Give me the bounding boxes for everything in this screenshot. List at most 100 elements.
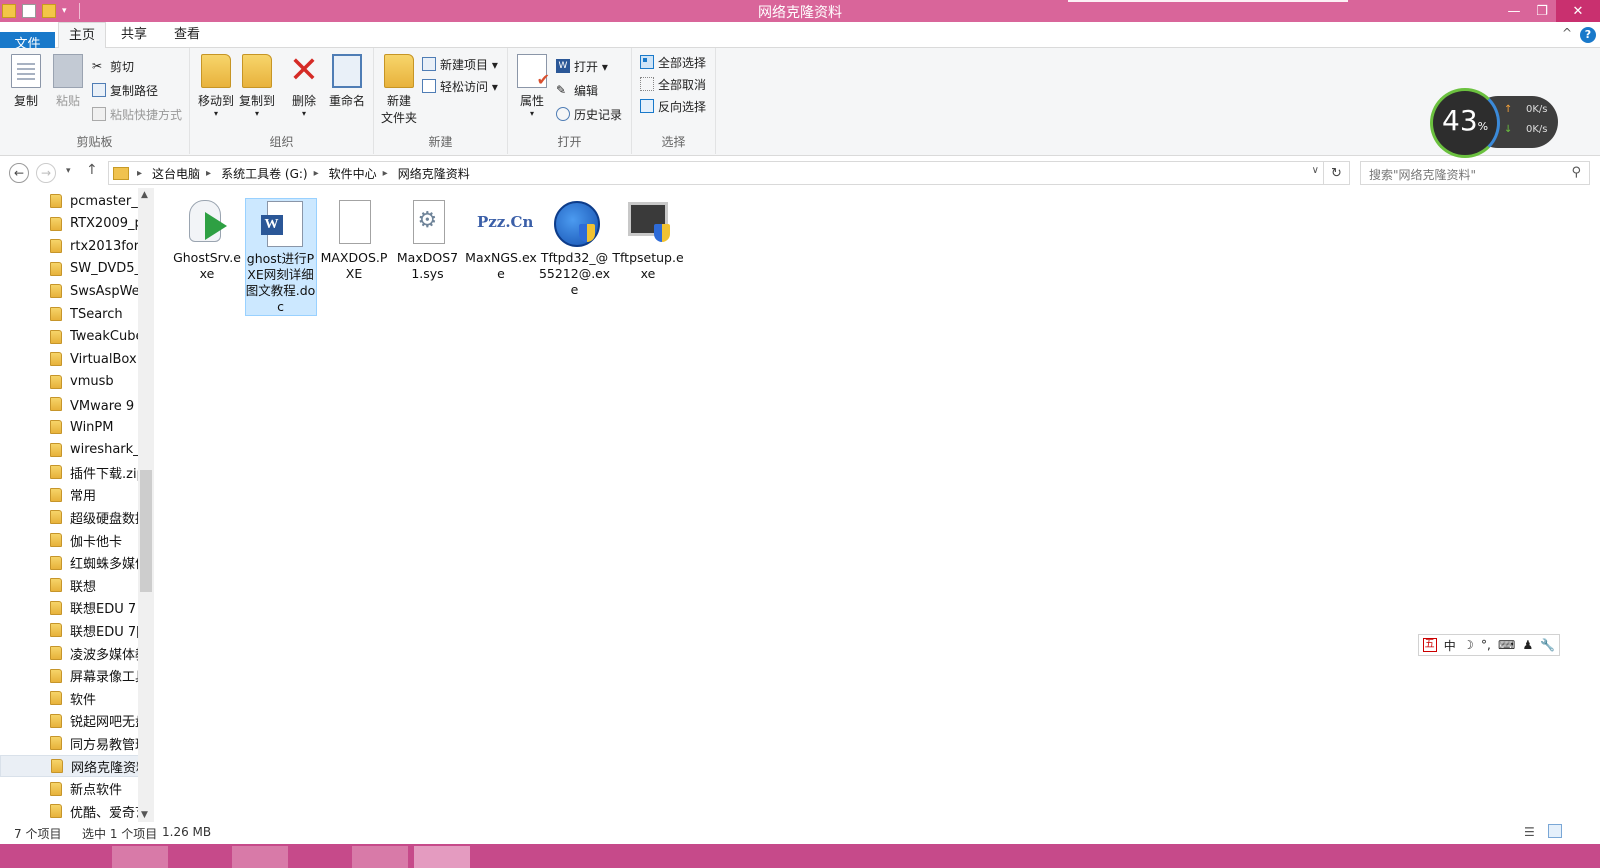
wrench-icon[interactable]: 🔧: [1540, 638, 1555, 652]
details-view-icon[interactable]: ☰: [1524, 825, 1535, 839]
file-item[interactable]: MAXDOS.PXE: [318, 198, 390, 282]
move-to-button[interactable]: 移动到 ▾: [196, 54, 236, 118]
file-item[interactable]: GhostSrv.exe: [171, 198, 243, 282]
nav-folder-item[interactable]: VirtualBox 4: [0, 348, 140, 370]
paste-shortcut-button[interactable]: 粘贴快捷方式: [92, 104, 182, 124]
back-button[interactable]: ←: [9, 163, 29, 183]
nav-folder-item[interactable]: 锐起网吧无盘: [0, 710, 140, 732]
network-monitor-widget[interactable]: 43% 0K/s 0K/s: [1430, 88, 1558, 160]
language-toggle[interactable]: 中: [1444, 637, 1456, 654]
nav-folder-item[interactable]: 新点软件: [0, 778, 140, 800]
taskbar-button[interactable]: [414, 846, 470, 868]
open-button[interactable]: W 打开 ▾: [556, 56, 608, 76]
nav-folder-item[interactable]: 同方易教管理: [0, 732, 140, 754]
refresh-button[interactable]: ↻: [1323, 162, 1349, 184]
tab-view[interactable]: 查看: [163, 22, 211, 48]
invert-selection-button[interactable]: 反向选择: [640, 96, 706, 116]
punctuation-icon[interactable]: °,: [1481, 638, 1491, 652]
close-button[interactable]: ✕: [1556, 0, 1600, 22]
paste-button[interactable]: 粘贴: [48, 54, 88, 109]
new-folder-button[interactable]: 新建 文件夹: [378, 54, 420, 126]
select-none-button[interactable]: 全部取消: [640, 74, 706, 94]
new-item-button[interactable]: 新建项目 ▾: [422, 54, 498, 74]
recent-locations-icon[interactable]: ▾: [66, 166, 71, 176]
properties-icon[interactable]: [22, 4, 36, 18]
nav-folder-item[interactable]: SW_DVD5_C: [0, 258, 140, 280]
nav-folder-item[interactable]: 联想: [0, 574, 140, 596]
up-button[interactable]: ↑: [86, 162, 98, 178]
nav-folder-item[interactable]: TweakCube:: [0, 326, 140, 348]
nav-folder-item[interactable]: 优酷、爱奇艺: [0, 800, 140, 822]
nav-folder-item[interactable]: 联想EDU 7: [0, 597, 140, 619]
nav-folder-item[interactable]: 红蜘蛛多媒体: [0, 552, 140, 574]
nav-folder-item[interactable]: 伽卡他卡: [0, 529, 140, 551]
taskbar-button[interactable]: [112, 846, 168, 868]
delete-button[interactable]: ✕ 删除 ▾: [286, 53, 322, 119]
address-bar[interactable]: ▸ 这台电脑 ▸ 系统工具卷 (G:) ▸ 软件中心 ▸ 网络克隆资料 ∨ ↻: [108, 161, 1350, 185]
easy-access-button[interactable]: 轻松访问 ▾: [422, 76, 498, 96]
nav-folder-item[interactable]: rtx2013form: [0, 235, 140, 257]
breadcrumb-chevron-icon[interactable]: ▸: [137, 168, 142, 179]
nav-folder-item[interactable]: vmusb: [0, 371, 140, 393]
nav-folder-item[interactable]: pcmaster_6.: [0, 190, 140, 212]
breadcrumb-software-center[interactable]: 软件中心: [329, 165, 377, 182]
breadcrumb-chevron-icon[interactable]: ▸: [383, 168, 388, 179]
breadcrumb-drive[interactable]: 系统工具卷 (G:): [221, 165, 308, 182]
collapse-ribbon-icon[interactable]: ^: [1562, 26, 1572, 40]
nav-folder-item[interactable]: SwsAspWeb: [0, 280, 140, 302]
nav-folder-item[interactable]: 插件下载.zip: [0, 461, 140, 483]
file-item[interactable]: MaxDOS71.sys: [392, 198, 464, 282]
keyboard-icon[interactable]: ⌨: [1498, 638, 1515, 652]
search-input[interactable]: 搜索"网络克隆资料" ⚲: [1360, 161, 1590, 185]
nav-folder-item[interactable]: 软件: [0, 687, 140, 709]
breadcrumb-chevron-icon[interactable]: ▸: [206, 168, 211, 179]
scroll-down-icon[interactable]: ▼: [141, 810, 148, 820]
user-icon[interactable]: ♟: [1522, 638, 1533, 652]
nav-folder-item[interactable]: VMware 9 汉: [0, 393, 140, 415]
tab-share[interactable]: 共享: [110, 22, 158, 48]
cut-button[interactable]: ✂ 剪切: [92, 56, 134, 76]
folder-icon[interactable]: [2, 4, 16, 18]
history-button[interactable]: 历史记录: [556, 104, 622, 124]
copy-path-button[interactable]: 复制路径: [92, 80, 158, 100]
file-item[interactable]: ghost进行PXE网刻详细图文教程.doc: [244, 198, 317, 316]
taskbar-button[interactable]: [232, 846, 288, 868]
breadcrumb-current[interactable]: 网络克隆资料: [398, 165, 470, 182]
nav-folder-item[interactable]: 网络克隆资料: [0, 755, 152, 777]
nav-folder-item[interactable]: 超级硬盘数据: [0, 506, 140, 528]
tab-home[interactable]: 主页: [58, 22, 106, 49]
nav-folder-item[interactable]: wireshark_cı: [0, 439, 140, 461]
new-folder-icon[interactable]: [42, 4, 56, 18]
nav-folder-item[interactable]: 屏幕录像工具: [0, 665, 140, 687]
copy-to-button[interactable]: 复制到 ▾: [236, 54, 278, 118]
nav-folder-item[interactable]: 联想EDU 7[1: [0, 619, 140, 641]
file-item[interactable]: Tftpsetup.exe: [612, 198, 684, 282]
nav-folder-item[interactable]: 常用: [0, 484, 140, 506]
maximize-button[interactable]: ❐: [1528, 0, 1556, 22]
moon-icon[interactable]: ☽: [1463, 638, 1474, 652]
taskbar-button[interactable]: [352, 846, 408, 868]
properties-button[interactable]: 属性 ▾: [514, 54, 550, 118]
nav-folder-item[interactable]: RTX2009_pa: [0, 213, 140, 235]
forward-button[interactable]: →: [36, 163, 56, 183]
search-icon[interactable]: ⚲: [1571, 165, 1581, 180]
nav-folder-item[interactable]: 凌波多媒体教: [0, 642, 140, 664]
nav-scrollbar[interactable]: ▲ ▼: [138, 188, 154, 822]
scrollbar-thumb[interactable]: [140, 470, 152, 592]
rename-button[interactable]: 重命名: [326, 54, 368, 109]
select-all-button[interactable]: 全部选择: [640, 52, 706, 72]
breadcrumb-chevron-icon[interactable]: ▸: [314, 168, 319, 179]
nav-folder-item[interactable]: TSearch: [0, 303, 140, 325]
large-icons-view-icon[interactable]: [1548, 824, 1562, 838]
edit-button[interactable]: ✎ 编辑: [556, 80, 598, 100]
wubi-icon[interactable]: 五: [1422, 638, 1437, 652]
scroll-up-icon[interactable]: ▲: [141, 190, 148, 200]
copy-button[interactable]: 复制: [6, 54, 46, 109]
file-item[interactable]: Tftpd32_@55212@.exe: [539, 198, 611, 298]
minimize-button[interactable]: —: [1500, 0, 1528, 22]
breadcrumb-this-pc[interactable]: 这台电脑: [152, 165, 200, 182]
file-item[interactable]: Pzz.Cn MaxNGS.exe: [465, 198, 537, 282]
quick-access-dropdown-icon[interactable]: ▾: [62, 6, 67, 16]
address-dropdown-icon[interactable]: ∨: [1312, 165, 1319, 176]
nav-folder-item[interactable]: WinPM: [0, 416, 140, 438]
